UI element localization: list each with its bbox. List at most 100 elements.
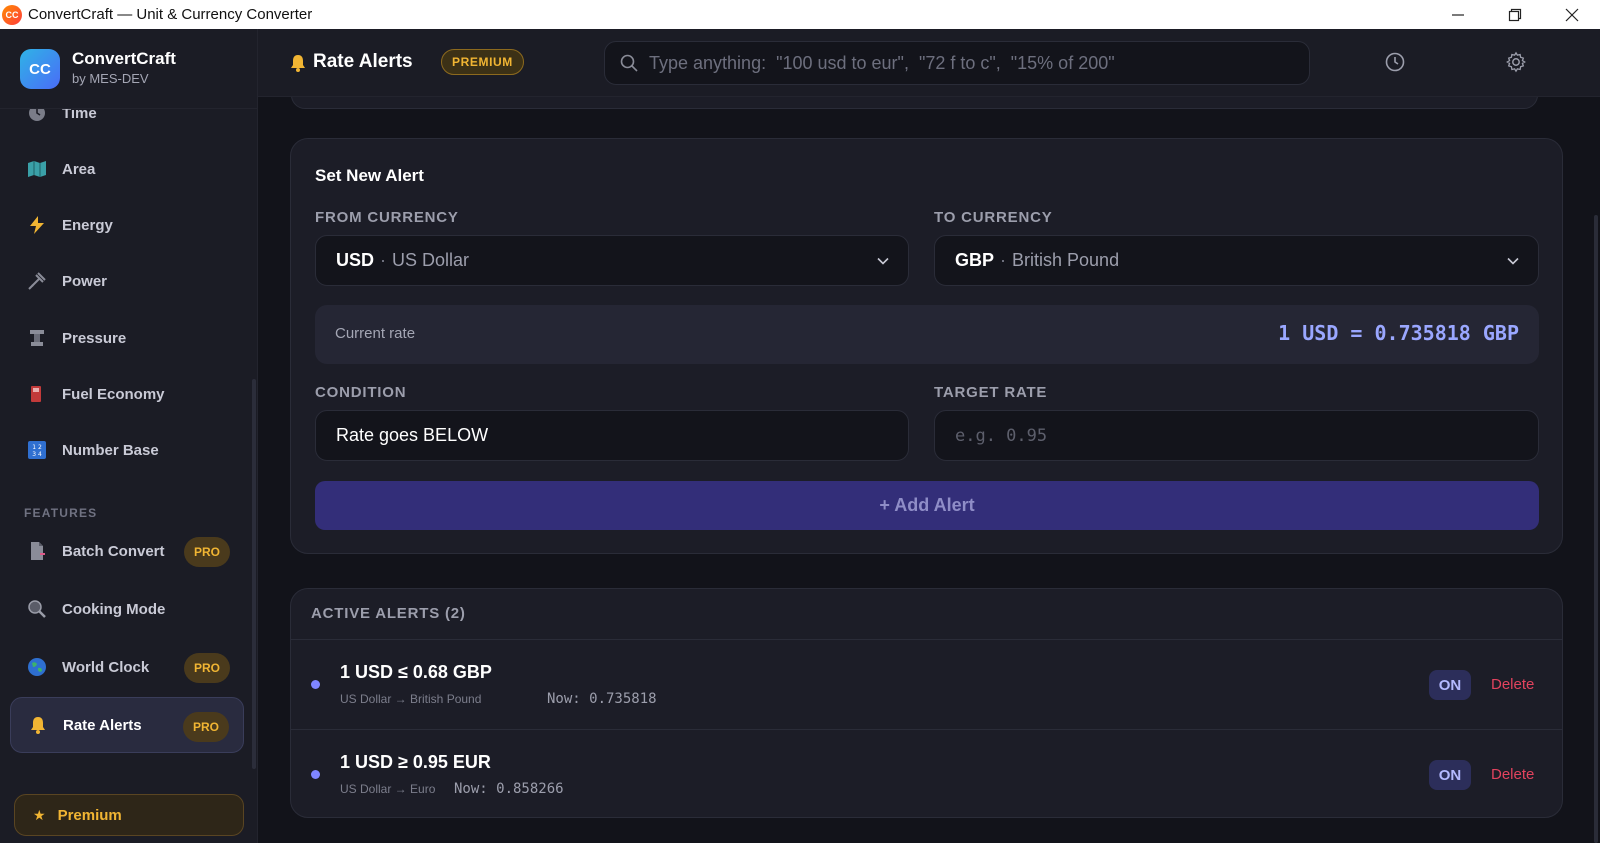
history-icon[interactable]	[1384, 51, 1406, 78]
current-rate-label: Current rate	[335, 325, 416, 342]
delete-alert-button[interactable]: Delete	[1491, 766, 1534, 783]
condition-select[interactable]: Rate goes BELOW	[315, 410, 909, 461]
from-currency-name: US Dollar	[392, 250, 470, 270]
app-name: ConvertCraft	[72, 49, 176, 68]
sidebar-item-cooking-mode[interactable]: Cooking Mode	[10, 581, 244, 637]
target-rate-input[interactable]	[955, 424, 1515, 448]
chevron-down-icon	[1507, 257, 1519, 265]
minimize-button[interactable]	[1429, 0, 1486, 29]
status-dot	[311, 680, 320, 689]
alert-rule: 1 USD ≥ 0.95 EUR	[340, 752, 491, 772]
app-icon: CC	[2, 4, 22, 25]
gear-icon[interactable]	[1505, 51, 1527, 78]
star-icon: ★	[33, 806, 46, 823]
sidebar-item-label: Number Base	[62, 441, 159, 459]
sidebar-item-power[interactable]: Power	[10, 253, 244, 309]
premium-badge: PREMIUM	[441, 49, 524, 75]
search-bar[interactable]	[604, 41, 1310, 85]
active-alerts-card: ACTIVE ALERTS (2) 1 USD ≤ 0.68 GBP US Do…	[290, 588, 1563, 818]
target-rate-field[interactable]	[934, 410, 1539, 461]
svg-text:1 2: 1 2	[32, 444, 42, 451]
minimize-icon	[1451, 13, 1464, 16]
delete-alert-button[interactable]: Delete	[1491, 676, 1534, 693]
current-rate-panel: Current rate 1 USD = 0.735818 GBP	[315, 305, 1539, 364]
alert-pair: US Dollar → British Pound	[340, 692, 482, 706]
pro-badge: PRO	[183, 537, 230, 567]
sidebar-scrollbar[interactable]	[252, 379, 256, 769]
main-scrollbar[interactable]	[1594, 215, 1598, 843]
sidebar-item-label: World Clock	[62, 658, 150, 676]
main-content: Set New Alert FROM CURRENCY USD · US Dol…	[258, 97, 1600, 843]
sidebar-item-label: Power	[62, 272, 108, 290]
gauge-icon	[26, 327, 48, 349]
status-dot	[311, 770, 320, 779]
fuel-pump-icon	[26, 383, 48, 405]
sidebar-item-energy[interactable]: Energy	[10, 197, 244, 253]
lightning-icon	[26, 214, 48, 236]
plug-icon	[26, 270, 48, 292]
window-titlebar: CC ConvertCraft — Unit & Currency Conver…	[0, 0, 1600, 29]
sidebar-item-label: Batch Convert	[62, 542, 165, 560]
pro-badge: PRO	[182, 712, 229, 742]
separator-dot: ·	[1000, 250, 1007, 270]
restore-icon	[1508, 8, 1521, 21]
top-header: Rate Alerts PREMIUM	[258, 29, 1600, 97]
condition-value: Rate goes BELOW	[336, 425, 489, 445]
alert-row: 1 USD ≤ 0.68 GBP US Dollar → British Pou…	[291, 639, 1562, 728]
window-controls	[1429, 0, 1600, 29]
to-currency-code: GBP	[955, 250, 995, 270]
app-author: by MES-DEV	[72, 71, 149, 86]
target-rate-label: TARGET RATE	[934, 384, 1048, 401]
previous-card	[291, 97, 1538, 109]
svg-text:3 4: 3 4	[32, 451, 42, 458]
sidebar-item-number-base[interactable]: 1 23 4 Number Base	[10, 422, 244, 478]
numbers-icon: 1 23 4	[26, 439, 48, 461]
sidebar-item-pressure[interactable]: Pressure	[10, 310, 244, 366]
map-icon	[26, 158, 48, 180]
alert-toggle[interactable]: ON	[1429, 760, 1471, 790]
brand-header: CC ConvertCraft by MES-DEV	[0, 29, 257, 109]
magnifier-icon	[26, 598, 48, 620]
premium-button[interactable]: ★ Premium	[14, 794, 244, 836]
sidebar-item-label: Rate Alerts	[63, 716, 142, 734]
sidebar: CC ConvertCraft by MES-DEV Time Area Ene…	[0, 29, 258, 843]
card-title: Set New Alert	[315, 166, 424, 185]
sidebar-item-rate-alerts[interactable]: Rate Alerts PRO	[10, 697, 244, 753]
sidebar-item-label: Fuel Economy	[62, 385, 165, 403]
globe-icon	[26, 656, 48, 678]
premium-label: Premium	[57, 806, 122, 824]
window-title: ConvertCraft — Unit & Currency Converter	[28, 6, 313, 23]
separator-dot: ·	[380, 250, 387, 270]
sidebar-item-label: Pressure	[62, 329, 127, 347]
bell-icon	[288, 53, 308, 78]
alert-rule: 1 USD ≤ 0.68 GBP	[340, 662, 492, 682]
sidebar-item-world-clock[interactable]: World Clock PRO	[10, 639, 244, 695]
bell-icon	[27, 714, 49, 736]
from-currency-code: USD	[336, 250, 375, 270]
alert-toggle[interactable]: ON	[1429, 670, 1471, 700]
app-logo: CC	[20, 49, 60, 89]
features-section-label: FEATURES	[24, 506, 98, 520]
restore-button[interactable]	[1486, 0, 1543, 29]
close-icon	[1565, 8, 1578, 21]
sidebar-item-batch-convert[interactable]: Batch Convert PRO	[10, 523, 244, 579]
from-currency-label: FROM CURRENCY	[315, 209, 459, 226]
sidebar-item-label: Energy	[62, 216, 113, 234]
document-icon	[26, 540, 48, 562]
close-button[interactable]	[1543, 0, 1600, 29]
sidebar-item-fuel-economy[interactable]: Fuel Economy	[10, 366, 244, 422]
from-currency-select[interactable]: USD · US Dollar	[315, 235, 909, 286]
sidebar-item-label: Area	[62, 160, 96, 178]
to-currency-name: British Pound	[1012, 250, 1120, 270]
alert-current-rate: Now: 0.735818	[547, 691, 657, 707]
condition-label: CONDITION	[315, 384, 407, 401]
to-currency-select[interactable]: GBP · British Pound	[934, 235, 1539, 286]
sidebar-item-area[interactable]: Area	[10, 141, 244, 197]
alert-pair: US Dollar → Euro	[340, 782, 436, 796]
search-icon	[620, 54, 638, 72]
new-alert-card: Set New Alert FROM CURRENCY USD · US Dol…	[290, 138, 1563, 554]
pro-badge: PRO	[183, 653, 230, 683]
add-alert-button[interactable]: + Add Alert	[315, 481, 1539, 530]
search-input[interactable]	[649, 48, 1289, 78]
active-alerts-heading: ACTIVE ALERTS (2)	[311, 605, 466, 622]
